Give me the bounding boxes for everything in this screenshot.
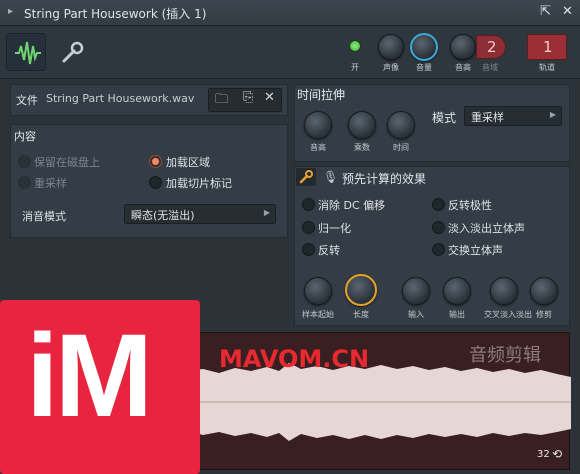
sample-start-knob[interactable]: [304, 277, 332, 305]
multiplier-label: 乘数: [354, 143, 370, 152]
track-value: 1: [543, 38, 553, 56]
pan-knob[interactable]: [378, 34, 404, 60]
open-folder-icon[interactable]: 🗀: [215, 90, 228, 112]
length-knob[interactable]: [345, 274, 377, 306]
remove-dc-radio[interactable]: [302, 198, 315, 211]
length-label: 长度: [353, 310, 369, 319]
close-icon[interactable]: ✕: [562, 4, 573, 19]
fade-out-knob[interactable]: [443, 277, 471, 305]
microphone-icon[interactable]: 🎙: [323, 170, 338, 184]
crossfade-label: 交叉淡入淡出: [484, 310, 532, 319]
time-label: 时间: [393, 143, 409, 152]
fade-stereo-radio[interactable]: [432, 221, 445, 234]
stretch-mode-value: 重采样: [471, 111, 504, 124]
range-value: 2: [487, 38, 497, 56]
swap-stereo-radio[interactable]: [432, 243, 445, 256]
wrench-icon: [62, 41, 84, 63]
load-slice-markers-label: 加载切片标记: [166, 177, 232, 190]
swap-stereo-label: 交换立体声: [448, 244, 503, 257]
trim-knob[interactable]: [530, 277, 558, 305]
crossfade-knob[interactable]: [490, 277, 518, 305]
chevron-right-icon: ▶: [549, 110, 556, 119]
trim-label: 修剪: [536, 310, 552, 319]
pitch-knob[interactable]: [450, 34, 476, 60]
load-regions-label: 加载区域: [166, 156, 210, 169]
mute-mode-label: 消音模式: [22, 210, 66, 223]
enable-led[interactable]: [349, 40, 361, 52]
fade-in-label: 输入: [408, 310, 424, 319]
volume-knob[interactable]: [410, 33, 438, 61]
range-stepper[interactable]: 2: [476, 35, 506, 59]
reverse-polarity-label: 反转极性: [448, 199, 492, 212]
remove-dc-label: 消除 DC 偏移: [318, 199, 386, 212]
resample-label: 重采样: [34, 177, 67, 190]
logo-badge: iM: [0, 300, 200, 474]
fade-in-knob[interactable]: [402, 277, 430, 305]
browse-file-icon[interactable]: ⎘: [243, 90, 253, 105]
watermark-sub: 音频剪辑: [469, 345, 541, 366]
range-label: 音域: [482, 63, 498, 72]
keep-on-disk-radio[interactable]: [18, 155, 31, 168]
track-label: 轨道: [539, 63, 555, 72]
window-title: String Part Housework (插入 1): [24, 7, 207, 21]
detach-icon[interactable]: ⇱: [540, 4, 551, 19]
load-regions-radio[interactable]: [149, 155, 162, 168]
fade-out-label: 输出: [449, 310, 465, 319]
precomputed-header: 预先计算的效果: [342, 172, 427, 186]
normalize-label: 归一化: [318, 222, 351, 235]
watermark-main: MAVOM.CN: [219, 345, 370, 373]
reverse-label: 反转: [318, 244, 340, 257]
keep-on-disk-label: 保留在磁盘上: [34, 156, 100, 169]
resample-radio[interactable]: [18, 176, 31, 189]
stretch-mode-label: 模式: [432, 111, 457, 125]
wrench-icon: [299, 170, 313, 184]
volume-label: 音量: [416, 63, 432, 72]
reverse-polarity-radio[interactable]: [432, 198, 445, 211]
file-name: String Part Housework.wav: [46, 92, 195, 105]
load-slice-markers-radio[interactable]: [149, 176, 162, 189]
tab-sample-waveform[interactable]: [6, 33, 46, 71]
mute-mode-value: 瞬态(无溢出): [131, 209, 195, 222]
reverse-radio[interactable]: [302, 243, 315, 256]
mute-mode-dropdown[interactable]: 瞬态(无溢出) ▶: [124, 204, 276, 224]
enable-label: 开: [351, 63, 359, 72]
content-header: 内容: [14, 130, 36, 143]
zoom-counter: 32: [537, 449, 550, 460]
multiplier-knob[interactable]: [348, 111, 376, 139]
logo-text: iM: [26, 310, 153, 442]
stretch-pitch-knob[interactable]: [304, 111, 332, 139]
stretch-pitch-label: 音高: [310, 143, 326, 152]
time-knob[interactable]: [387, 111, 415, 139]
chevron-right-icon: ▶: [263, 208, 270, 217]
file-label: 文件: [16, 94, 38, 107]
loop-icon[interactable]: ⟲: [552, 447, 562, 461]
stretch-mode-dropdown[interactable]: 重采样 ▶: [464, 106, 562, 126]
clear-file-icon[interactable]: ✕: [264, 90, 275, 105]
fade-stereo-label: 淡入淡出立体声: [448, 222, 525, 235]
normalize-radio[interactable]: [302, 221, 315, 234]
time-stretch-header: 时间拉伸: [297, 88, 346, 102]
waveform-icon: [15, 41, 41, 65]
effects-wrench-button[interactable]: [296, 168, 316, 186]
sample-start-label: 样本起始: [302, 310, 334, 319]
window-menu-arrow-icon[interactable]: ▸: [8, 6, 13, 17]
track-selector[interactable]: 1: [527, 34, 567, 60]
tab-settings[interactable]: [52, 33, 92, 71]
